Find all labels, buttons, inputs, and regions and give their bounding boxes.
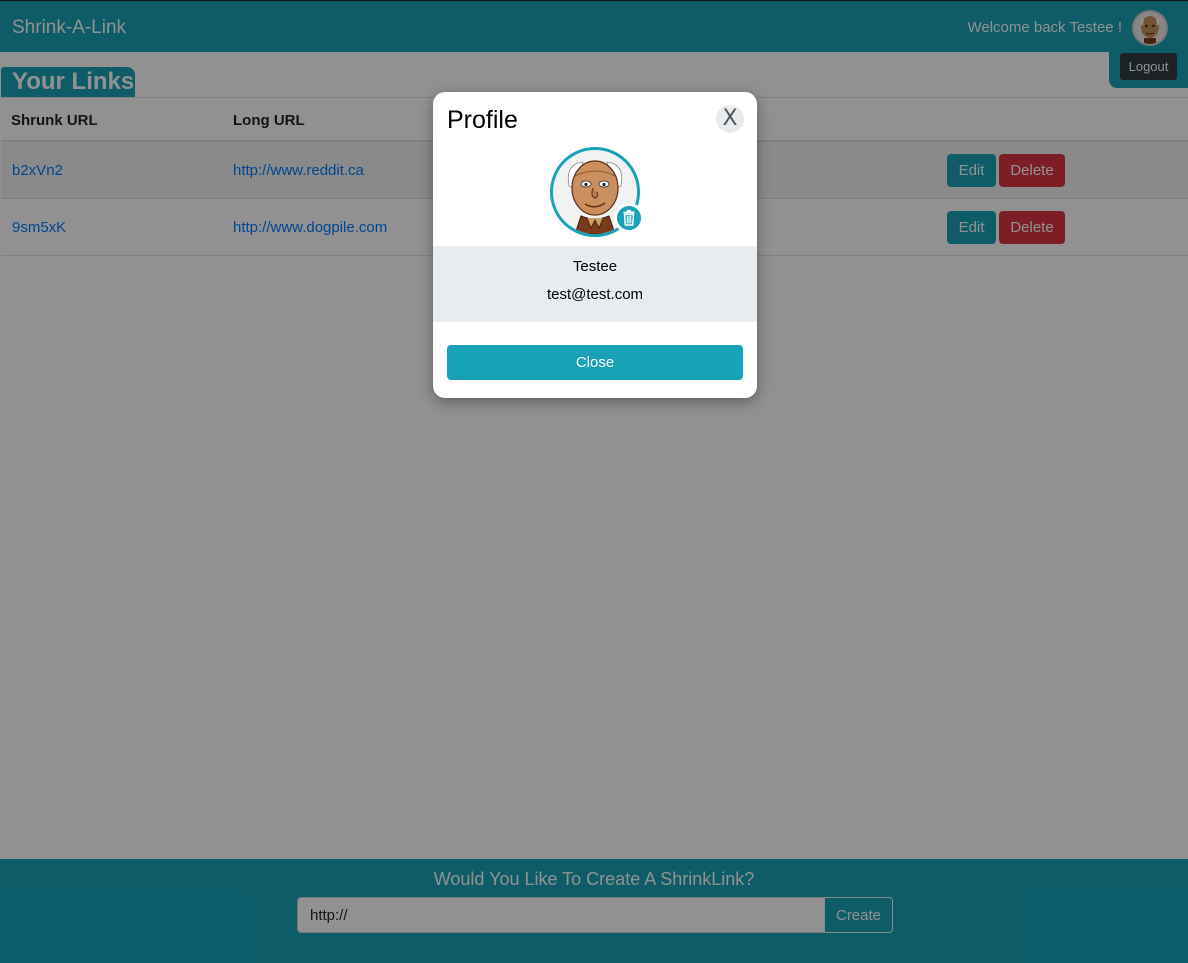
profile-name: Testee <box>572 258 618 275</box>
modal-close-button[interactable]: Close <box>447 345 743 380</box>
trash-icon <box>623 210 635 226</box>
remove-avatar-button[interactable] <box>614 203 644 233</box>
profile-info: Testee test@test.com <box>433 246 757 322</box>
modal-title: Profile <box>447 106 518 134</box>
modal-close-x-button[interactable]: X <box>716 105 744 133</box>
profile-email: test@test.com <box>546 286 644 303</box>
profile-modal: Profile X Testee test@test.com Close <box>433 92 757 398</box>
